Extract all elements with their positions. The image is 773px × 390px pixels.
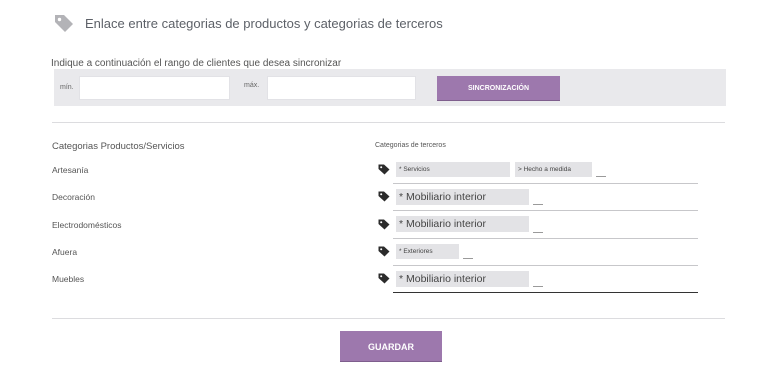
tag-input-underline [393,292,698,293]
tag-icon [378,273,390,284]
tag-input-underline [393,210,698,211]
category-label-muebles: Muebles [52,274,85,284]
max-label: máx. [244,82,260,89]
footer-divider [52,318,725,319]
category-chip[interactable]: * Mobiliario interior [396,271,529,287]
tag-input-cursor[interactable] [463,258,473,259]
category-chip[interactable]: * Mobiliario interior [396,216,529,232]
tag-input-cursor[interactable] [533,204,543,205]
tag-input-cursor[interactable] [533,286,543,287]
category-label-afuera: Afuera [52,247,78,257]
tag-icon [378,246,390,257]
category-chip[interactable]: * Mobiliario interior [396,189,529,205]
category-label-artesania: Artesanía [52,165,89,175]
tag-icon [378,219,390,230]
min-range-input[interactable] [79,76,230,100]
category-label-decoracion: Decoración [52,192,95,202]
category-chip[interactable]: * Exteriores [396,244,459,259]
tag-icon [378,164,390,175]
sync-instructions: Indique a continuación el rango de clien… [51,58,342,69]
category-label-electrodomesticos: Electrodomésticos [52,220,122,230]
tag-icon [378,191,390,202]
third-party-categories-header: Categorias de terceros [375,142,446,149]
tag-input-underline [393,183,698,184]
category-chip[interactable]: * Servicios [396,162,510,177]
tag-input-cursor[interactable] [533,232,543,233]
section-divider [52,122,725,123]
min-label: mín. [60,84,74,91]
sync-button[interactable]: SINCRONIZACIÓN [437,76,560,100]
tag-input-underline [393,238,698,239]
category-chip[interactable]: > Hecho a medida [515,162,592,177]
product-categories-header: Categorias Productos/Servicios [52,141,185,152]
page-title: Enlace entre categorias de productos y c… [85,16,443,31]
save-button[interactable]: GUARDAR [340,331,442,361]
tag-input-underline [393,265,698,266]
tag-input-cursor[interactable] [596,176,606,177]
tag-icon [55,15,73,32]
max-range-input[interactable] [267,76,416,100]
